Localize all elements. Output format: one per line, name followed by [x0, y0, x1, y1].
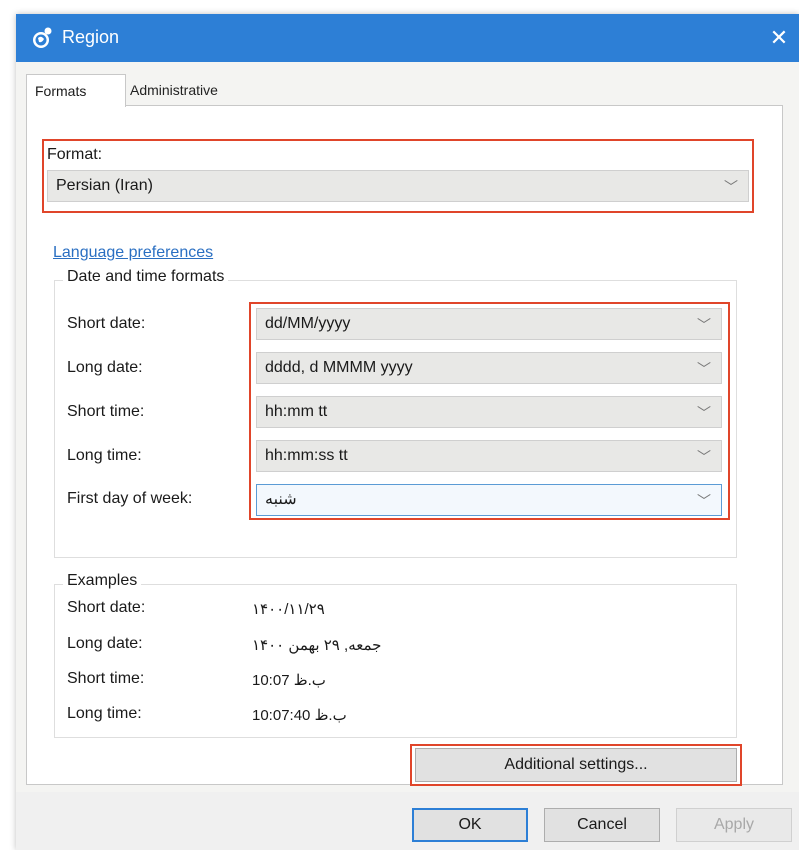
long-date-label: Long date:	[67, 359, 143, 376]
short-time-label: Short time:	[67, 403, 145, 420]
formats-panel: Format: Persian (Iran) ﹀ Language prefer…	[26, 105, 783, 786]
date-time-formats-title: Date and time formats	[63, 268, 229, 286]
first-day-of-week-value: شنبه	[265, 491, 297, 508]
chevron-down-icon: ﹀	[724, 179, 738, 195]
long-time-label: Long time:	[67, 447, 142, 464]
example-long-time-label: Long time:	[67, 705, 142, 722]
examples-title: Examples	[63, 572, 142, 590]
tab-formats[interactable]: Formats	[26, 74, 126, 107]
short-time-dropdown[interactable]: hh:mm tt ﹀	[256, 396, 722, 428]
window-title: Region	[62, 27, 120, 47]
region-globe-icon	[30, 26, 54, 50]
format-label: Format:	[47, 146, 103, 163]
first-day-of-week-dropdown[interactable]: شنبه ﹀	[256, 484, 722, 516]
short-date-dropdown[interactable]: dd/MM/yyyy ﹀	[256, 308, 722, 340]
example-short-time-label: Short time:	[67, 670, 145, 687]
chevron-down-icon: ﹀	[697, 449, 711, 465]
format-dropdown[interactable]: Persian (Iran) ﹀	[47, 170, 749, 202]
tab-administrative[interactable]: Administrative	[122, 74, 226, 106]
long-date-value: dddd, d MMMM yyyy	[265, 359, 413, 376]
cancel-button[interactable]: Cancel	[544, 808, 660, 842]
example-long-date-label: Long date:	[67, 635, 143, 652]
ok-button[interactable]: OK	[412, 808, 528, 842]
apply-button[interactable]: Apply	[676, 808, 792, 842]
chevron-down-icon: ﹀	[697, 361, 711, 377]
format-value: Persian (Iran)	[56, 177, 153, 194]
example-long-time-value: 10:07:40 ب.ظ	[252, 707, 347, 724]
language-preferences-link[interactable]: Language preferences	[53, 244, 213, 262]
example-short-date-value: ۱۴۰۰/۱۱/۲۹	[252, 601, 325, 618]
first-day-of-week-label: First day of week:	[67, 490, 193, 507]
region-dialog: Region ✕ Formats Administrative Format: …	[16, 14, 799, 850]
close-button[interactable]: ✕	[759, 14, 799, 62]
examples-group	[54, 584, 737, 738]
additional-settings-button[interactable]: Additional settings...	[415, 748, 737, 782]
chevron-down-icon: ﹀	[697, 493, 711, 509]
chevron-down-icon: ﹀	[697, 317, 711, 333]
short-date-value: dd/MM/yyyy	[265, 315, 351, 332]
long-date-dropdown[interactable]: dddd, d MMMM yyyy ﹀	[256, 352, 722, 384]
example-long-date-value: جمعه, ۲۹ بهمن ۱۴۰۰	[252, 637, 382, 654]
example-short-date-label: Short date:	[67, 599, 146, 616]
short-time-value: hh:mm tt	[265, 403, 328, 420]
title-bar[interactable]: Region ✕	[16, 14, 799, 62]
dialog-footer: OK Cancel Apply	[16, 792, 799, 850]
short-date-label: Short date:	[67, 315, 146, 332]
close-icon: ✕	[769, 25, 789, 50]
example-short-time-value: 10:07 ب.ظ	[252, 672, 326, 689]
long-time-value: hh:mm:ss tt	[265, 447, 348, 464]
chevron-down-icon: ﹀	[697, 405, 711, 421]
long-time-dropdown[interactable]: hh:mm:ss tt ﹀	[256, 440, 722, 472]
